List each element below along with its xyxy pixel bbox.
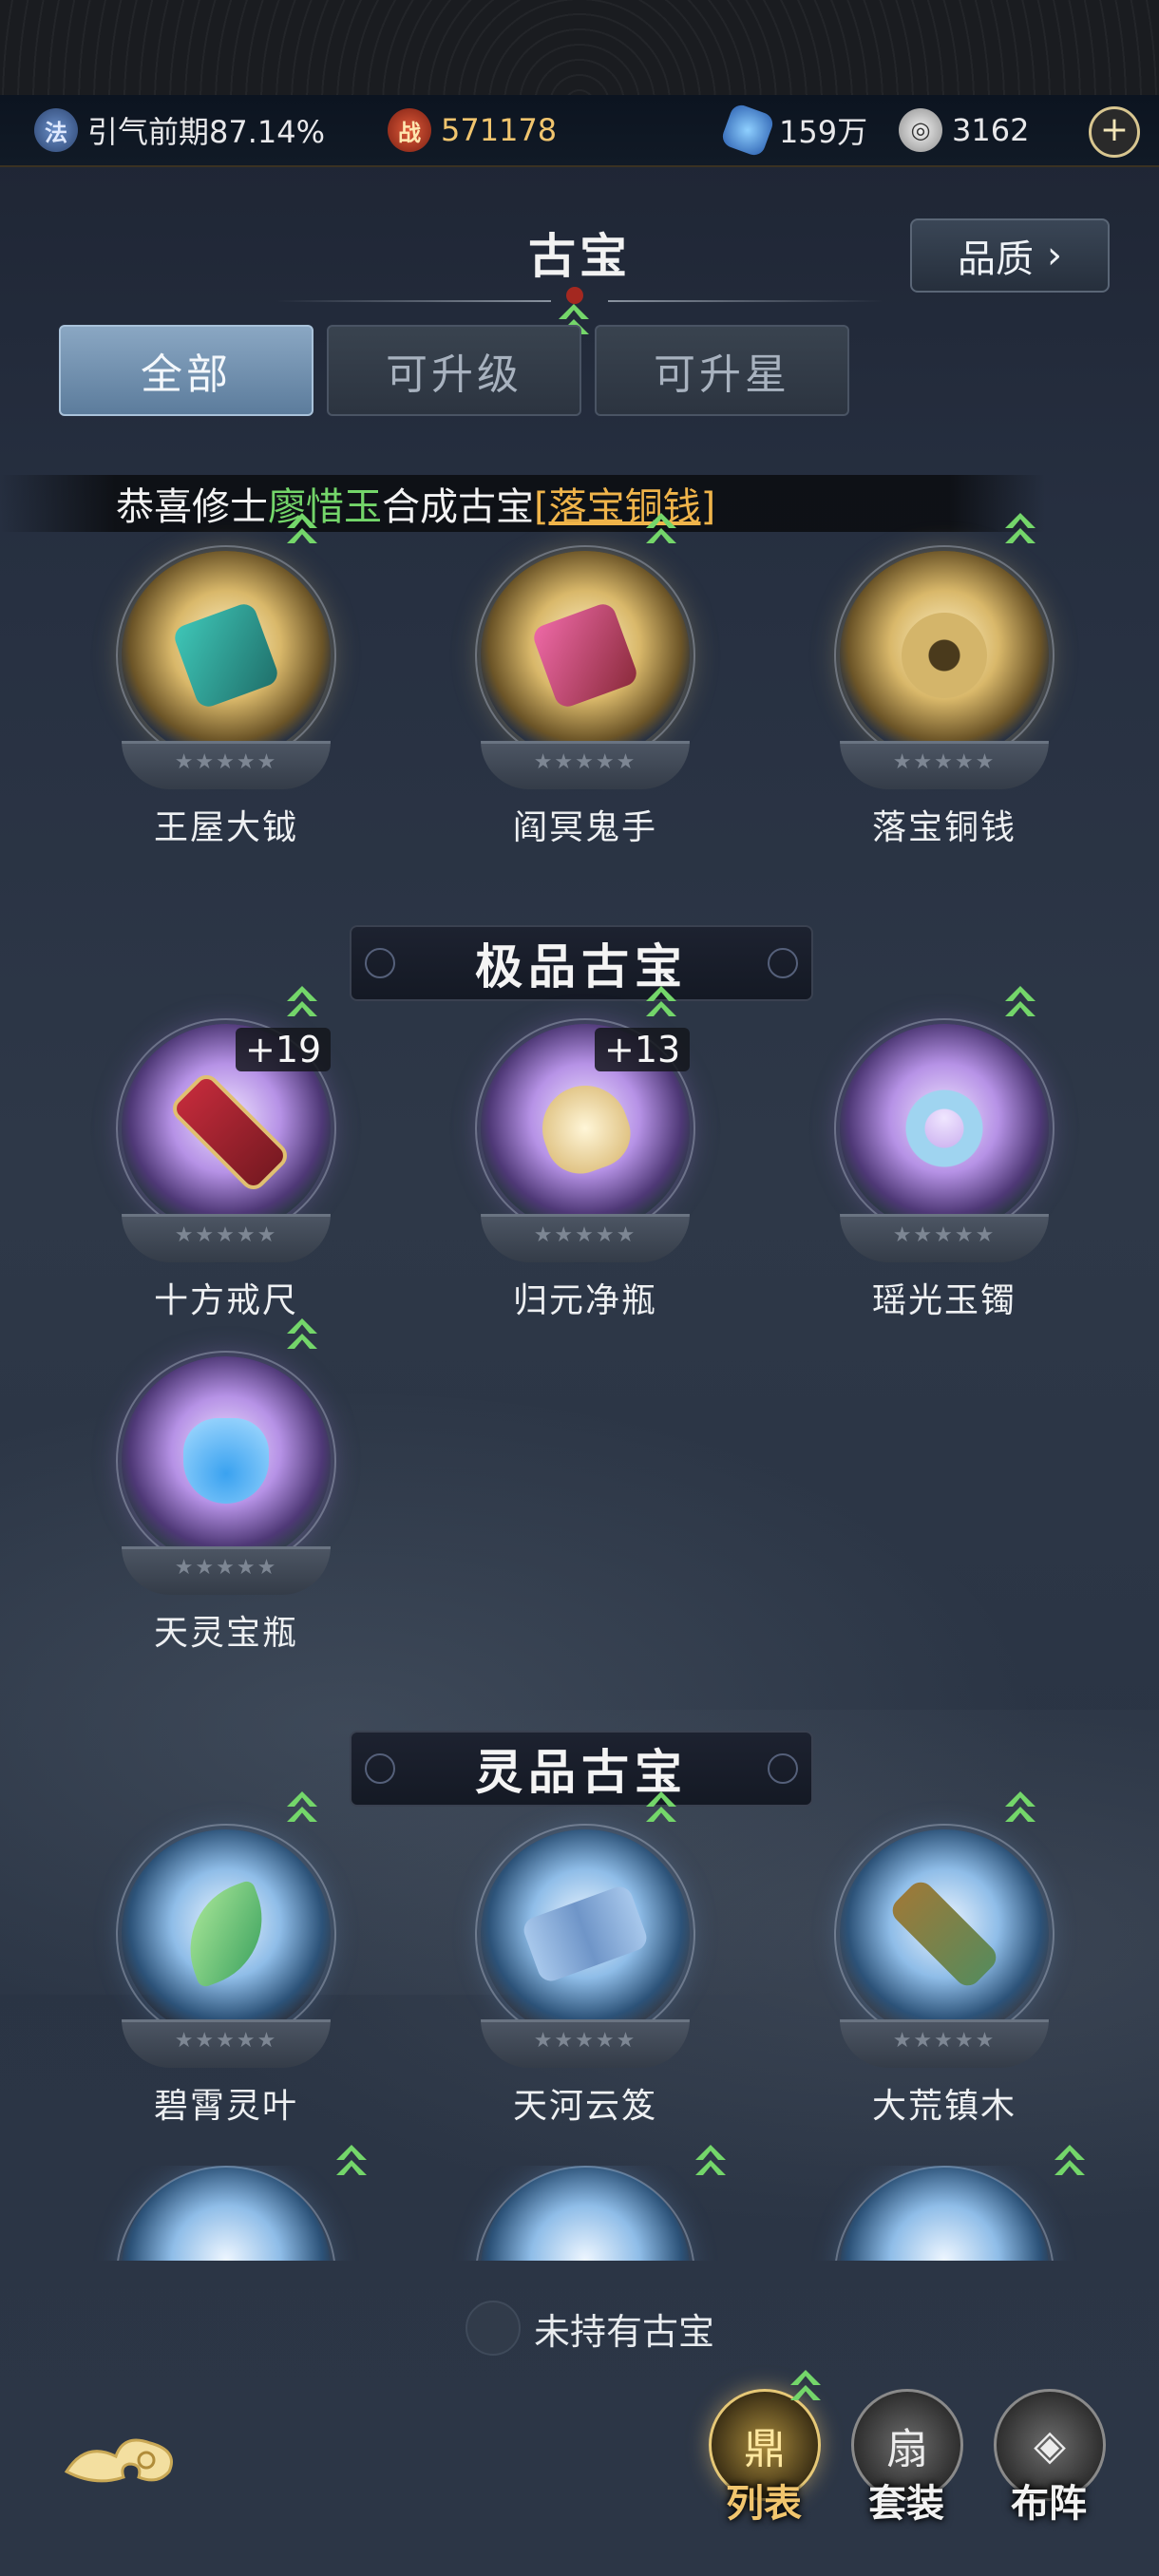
coin-stat[interactable]: ◎ 3162: [899, 95, 1029, 165]
top-wave-decoration: [0, 0, 1159, 95]
nav-list[interactable]: 鼎 列表: [709, 2389, 821, 2541]
upgrade-arrow-icon: [283, 1790, 321, 1828]
star-rating: ★★★★★: [892, 2029, 997, 2053]
treasure-name: 碧霄灵叶: [153, 2087, 298, 2126]
treasure-name: 落宝铜钱: [871, 808, 1016, 847]
treasure-name: 天灵宝瓶: [153, 1614, 298, 1653]
section-banner-spirit: 灵品古宝: [350, 1731, 813, 1807]
not-owned-label: 未持有古宝: [534, 2310, 715, 2353]
bottle-artifact-icon: [183, 1418, 269, 1504]
treasure-name: 阎冥鬼手: [512, 808, 657, 847]
add-currency-button[interactable]: +: [1089, 106, 1140, 158]
radio-toggle[interactable]: [466, 2301, 521, 2356]
upgrade-arrow-icon: [283, 984, 321, 1022]
power-value: 571178: [441, 112, 558, 148]
clipped-row: [0, 2166, 1159, 2261]
enhance-level-badge: +13: [595, 1028, 691, 1071]
upgrade-arrow-icon: [283, 1316, 321, 1354]
realm-progress: 引气前期87.14%: [87, 114, 326, 150]
notice-prefix: 恭喜修士: [116, 485, 268, 529]
upgrade-arrow-icon: [642, 984, 680, 1022]
broadcast-notice: 恭喜修士廖惜玉合成古宝 [落宝铜钱]: [0, 475, 1159, 532]
treasure-card[interactable]: ★★★★★ 天河云笈: [443, 1824, 728, 2133]
quality-label: 品质: [958, 237, 1034, 281]
treasure-card[interactable]: ★★★★★ 王屋大钺: [84, 545, 369, 855]
treasure-card[interactable]: ★★★★★ +19 十方戒尺: [84, 1018, 369, 1328]
tab-upgradable[interactable]: 可升级: [327, 325, 581, 416]
star-rating: ★★★★★: [174, 2029, 278, 2053]
star-rating: ★★★★★: [533, 750, 637, 774]
treasure-name: 天河云笈: [512, 2087, 657, 2126]
star-rating: ★★★★★: [174, 1556, 278, 1580]
star-rating: ★★★★★: [533, 2029, 637, 2053]
upgrade-arrow-icon: [283, 511, 321, 549]
orb-ring: [116, 2166, 336, 2261]
chevron-right-icon: ›: [1047, 234, 1062, 277]
title-divider-left: [276, 300, 551, 302]
treasure-card[interactable]: ★★★★★ 瑶光玉镯: [802, 1018, 1087, 1328]
gem-value: 159万: [779, 114, 868, 150]
upgrade-arrow-icon: [1001, 1790, 1039, 1828]
star-rating: ★★★★★: [892, 1223, 997, 1247]
fa-seal-icon: 法: [34, 108, 78, 152]
power-stat[interactable]: 战 571178: [388, 95, 557, 165]
upgrade-arrow-icon: [1001, 984, 1039, 1022]
upgrade-arrow-icon: [1001, 511, 1039, 549]
treasure-card[interactable]: ★★★★★ 天灵宝瓶: [84, 1351, 369, 1660]
star-rating: ★★★★★: [174, 750, 278, 774]
auspicious-cloud-icon[interactable]: [57, 2422, 190, 2498]
nav-list-label: 列表: [726, 2481, 802, 2526]
upgrade-arrow-icon: [642, 1790, 680, 1828]
quality-filter-button[interactable]: 品质 ›: [910, 218, 1110, 293]
realm-stat[interactable]: 法 引气前期87.14%: [34, 95, 325, 165]
nav-formation[interactable]: ◈ 布阵: [994, 2389, 1106, 2541]
tab-all[interactable]: 全部: [59, 325, 314, 416]
orb-ring: [834, 2166, 1054, 2261]
upgrade-arrow-icon: [642, 511, 680, 549]
treasure-card[interactable]: ★★★★★ 大荒镇木: [802, 1824, 1087, 2133]
section-banner-rare: 极品古宝: [350, 925, 813, 1001]
enhance-level-badge: +19: [236, 1028, 332, 1071]
treasure-card[interactable]: ★★★★★ +13 归元净瓶: [443, 1018, 728, 1328]
title-divider-right: [608, 300, 884, 302]
nav-suit[interactable]: 扇 套装: [851, 2389, 963, 2541]
treasure-name: 归元净瓶: [512, 1281, 657, 1320]
treasure-card[interactable]: [802, 2166, 1087, 2261]
star-rating: ★★★★★: [533, 1223, 637, 1247]
treasure-name: 瑶光玉镯: [871, 1281, 1016, 1320]
resource-bar: 法 引气前期87.14% 战 571178 159万 ◎ 3162 +: [0, 95, 1159, 167]
star-rating: ★★★★★: [174, 1223, 278, 1247]
treasure-name: 大荒镇木: [871, 2087, 1016, 2126]
blue-gem-icon: [719, 102, 776, 159]
treasure-card[interactable]: ★★★★★ 阎冥鬼手: [443, 545, 728, 855]
treasure-card[interactable]: [443, 2166, 728, 2261]
gem-stat[interactable]: 159万: [719, 95, 868, 165]
treasure-card[interactable]: ★★★★★ 碧霄灵叶: [84, 1824, 369, 2133]
notice-middle: 合成古宝: [382, 485, 534, 529]
orb-ring: [475, 2166, 695, 2261]
tab-star-up[interactable]: 可升星: [595, 325, 849, 416]
zhan-battle-icon: 战: [388, 108, 431, 152]
silver-coin-icon: ◎: [899, 108, 942, 152]
treasure-name: 十方戒尺: [153, 1281, 298, 1320]
filter-tabs: 全部 可升级 可升星: [59, 325, 849, 416]
upgrade-arrow-icon: [787, 2368, 825, 2406]
treasure-card[interactable]: ★★★★★ 落宝铜钱: [802, 545, 1087, 855]
nav-suit-label: 套装: [868, 2481, 944, 2526]
treasure-card[interactable]: [84, 2166, 369, 2261]
star-rating: ★★★★★: [892, 750, 997, 774]
coin-value: 3162: [952, 112, 1030, 148]
treasure-name: 王屋大钺: [153, 808, 298, 847]
nav-formation-label: 布阵: [1011, 2481, 1087, 2526]
not-owned-filter[interactable]: 未持有古宝: [466, 2301, 714, 2356]
